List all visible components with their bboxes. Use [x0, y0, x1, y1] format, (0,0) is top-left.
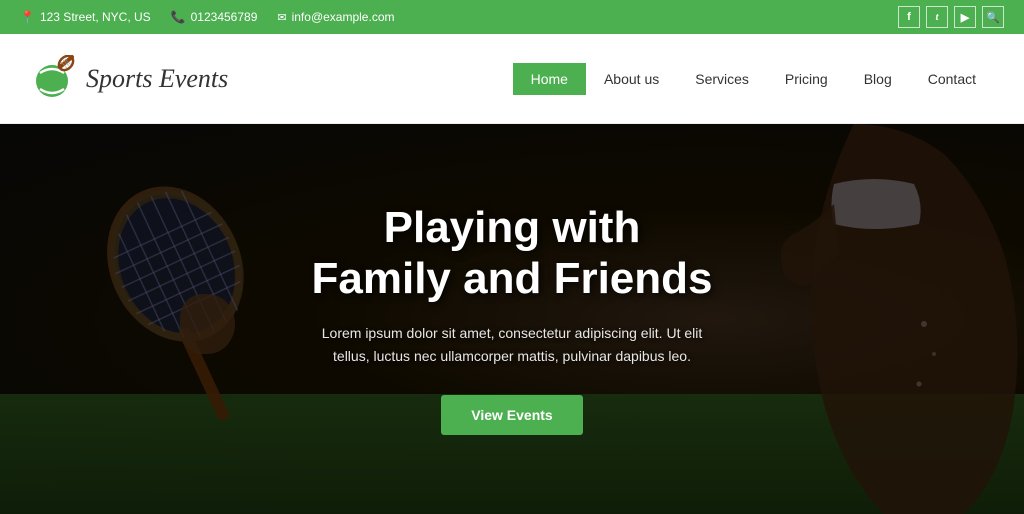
phone-icon: 📞: [171, 10, 186, 24]
phone-text: 0123456789: [191, 10, 258, 24]
view-events-button[interactable]: View Events: [441, 395, 582, 435]
email-info: ✉ info@example.com: [277, 10, 394, 24]
address-text: 123 Street, NYC, US: [40, 10, 151, 24]
hero-section: Playing withFamily and Friends Lorem ips…: [0, 124, 1024, 514]
top-bar: 📍 123 Street, NYC, US 📞 0123456789 ✉ inf…: [0, 0, 1024, 34]
address-info: 📍 123 Street, NYC, US: [20, 10, 151, 24]
logo-text: Sports Events: [86, 64, 228, 94]
youtube-icon[interactable]: ▶: [954, 6, 976, 28]
header: Sports Events Home About us Services Pri…: [0, 34, 1024, 124]
facebook-icon[interactable]: f: [898, 6, 920, 28]
twitter-icon[interactable]: t: [926, 6, 948, 28]
nav-home[interactable]: Home: [513, 63, 586, 95]
hero-title: Playing withFamily and Friends: [302, 203, 722, 304]
nav-contact[interactable]: Contact: [910, 63, 994, 95]
social-links: f t ▶ 🔍: [898, 6, 1004, 28]
nav-pricing[interactable]: Pricing: [767, 63, 846, 95]
top-bar-contact: 📍 123 Street, NYC, US 📞 0123456789 ✉ inf…: [20, 10, 394, 24]
hero-subtitle: Lorem ipsum dolor sit amet, consectetur …: [302, 322, 722, 367]
email-icon: ✉: [277, 11, 286, 24]
email-text: info@example.com: [292, 10, 395, 24]
nav-blog[interactable]: Blog: [846, 63, 910, 95]
navigation: Home About us Services Pricing Blog Cont…: [513, 63, 994, 95]
phone-info: 📞 0123456789: [171, 10, 258, 24]
nav-about[interactable]: About us: [586, 63, 677, 95]
location-icon: 📍: [20, 10, 35, 24]
nav-services[interactable]: Services: [677, 63, 767, 95]
logo-icon: [30, 55, 78, 103]
logo[interactable]: Sports Events: [30, 55, 228, 103]
hero-content: Playing withFamily and Friends Lorem ips…: [282, 183, 742, 455]
search-icon[interactable]: 🔍: [982, 6, 1004, 28]
